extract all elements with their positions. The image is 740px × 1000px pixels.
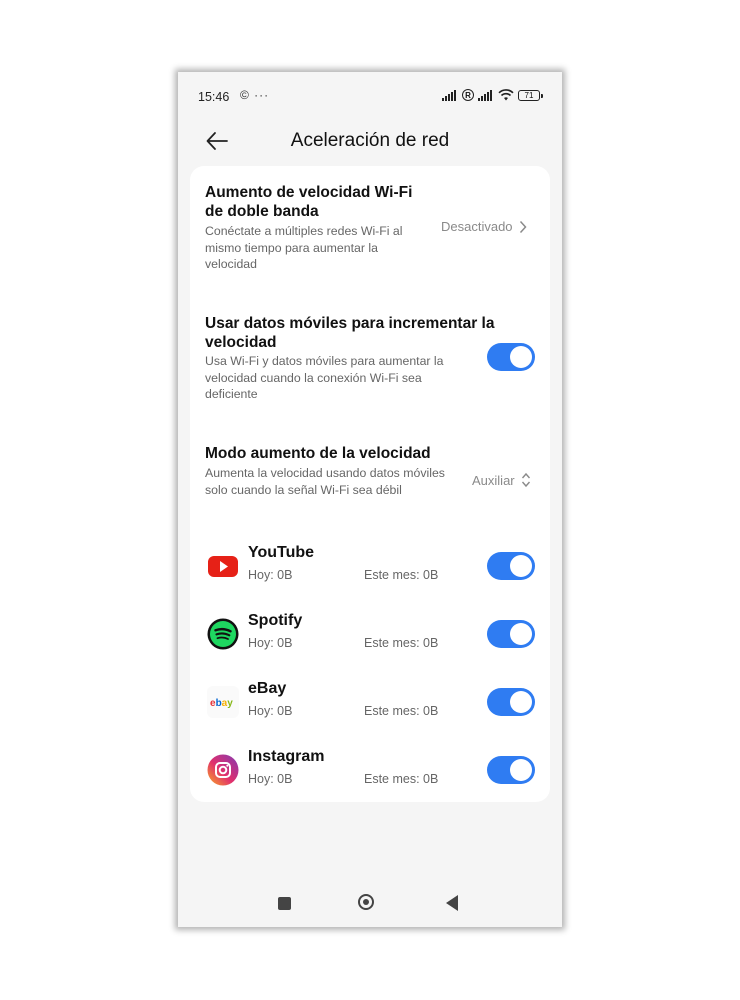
- instagram-icon: [207, 754, 239, 786]
- app-name: eBay: [248, 680, 287, 697]
- app-month-usage: Este mes: 0B: [364, 636, 439, 650]
- speed-mode-value-label: Auxiliar: [472, 472, 515, 488]
- app-month-usage: Este mes: 0B: [364, 704, 439, 718]
- ebay-icon: ebay: [207, 686, 239, 718]
- recents-square-icon[interactable]: [278, 897, 291, 910]
- app-row-instagram: Instagram Hoy: 0B Este mes: 0B: [190, 746, 550, 796]
- notification-icons: © ···: [240, 88, 270, 102]
- spotify-toggle[interactable]: [487, 620, 535, 648]
- app-today-usage: Hoy: 0B: [248, 772, 293, 786]
- signal-icon: [442, 89, 458, 101]
- settings-card: Aumento de velocidad Wi-Fi de doble band…: [190, 166, 550, 802]
- svg-text:ebay: ebay: [210, 698, 233, 709]
- app-today-usage: Hoy: 0B: [248, 636, 293, 650]
- dual-band-title: Aumento de velocidad Wi-Fi de doble band…: [205, 184, 413, 220]
- app-name: YouTube: [248, 544, 315, 561]
- ebay-toggle[interactable]: [487, 688, 535, 716]
- back-triangle-icon[interactable]: [446, 895, 458, 911]
- status-time: 15:46: [198, 90, 230, 104]
- app-row-spotify: Spotify Hoy: 0B Este mes: 0B: [190, 610, 550, 660]
- youtube-icon: [208, 556, 238, 577]
- status-right-icons: R 71: [442, 89, 543, 101]
- wifi-icon: [498, 89, 514, 101]
- home-circle-icon[interactable]: [358, 894, 374, 910]
- speed-mode-value[interactable]: Auxiliar: [472, 472, 531, 488]
- mobile-data-description: Usa Wi-Fi y datos móviles para aumentar …: [205, 354, 444, 401]
- arrow-left-icon[interactable]: [205, 130, 229, 152]
- app-month-usage: Este mes: 0B: [364, 568, 439, 582]
- roaming-icon: R: [462, 89, 474, 101]
- dual-band-value-label: Desactivado: [441, 219, 513, 234]
- chevron-up-down-icon: [521, 472, 530, 488]
- signal-icon: [478, 89, 494, 101]
- status-bar: 15:46 © ··· R 71: [178, 72, 562, 122]
- app-name: Spotify: [248, 612, 303, 629]
- instagram-toggle[interactable]: [487, 756, 535, 784]
- navigation-bar: [178, 877, 562, 927]
- app-name: Instagram: [248, 748, 325, 765]
- dual-band-description: Conéctate a múltiples redes Wi-Fi al mis…: [205, 224, 403, 271]
- page-title: Aceleración de red: [290, 130, 450, 151]
- speed-mode-description: Aumenta la velocidad usando datos móvile…: [205, 466, 445, 497]
- app-month-usage: Este mes: 0B: [364, 772, 439, 786]
- battery-icon: 71: [518, 89, 543, 101]
- app-today-usage: Hoy: 0B: [248, 704, 293, 718]
- mobile-data-toggle[interactable]: [487, 343, 535, 371]
- header: Aceleración de red: [178, 122, 562, 172]
- app-row-ebay: ebay eBay Hoy: 0B Este mes: 0B: [190, 678, 550, 728]
- dual-band-value[interactable]: Desactivado: [441, 219, 527, 234]
- spotify-icon: [207, 618, 239, 650]
- app-today-usage: Hoy: 0B: [248, 568, 293, 582]
- chevron-right-icon: [519, 220, 527, 233]
- youtube-toggle[interactable]: [487, 552, 535, 580]
- phone-screen: 15:46 © ··· R 71 Aceleración de red Aume…: [178, 72, 562, 927]
- speed-mode-title: Modo aumento de la velocidad: [205, 445, 431, 462]
- app-row-youtube: YouTube Hoy: 0B Este mes: 0B: [190, 542, 550, 592]
- mobile-data-title: Usar datos móviles para incrementar la v…: [205, 315, 495, 351]
